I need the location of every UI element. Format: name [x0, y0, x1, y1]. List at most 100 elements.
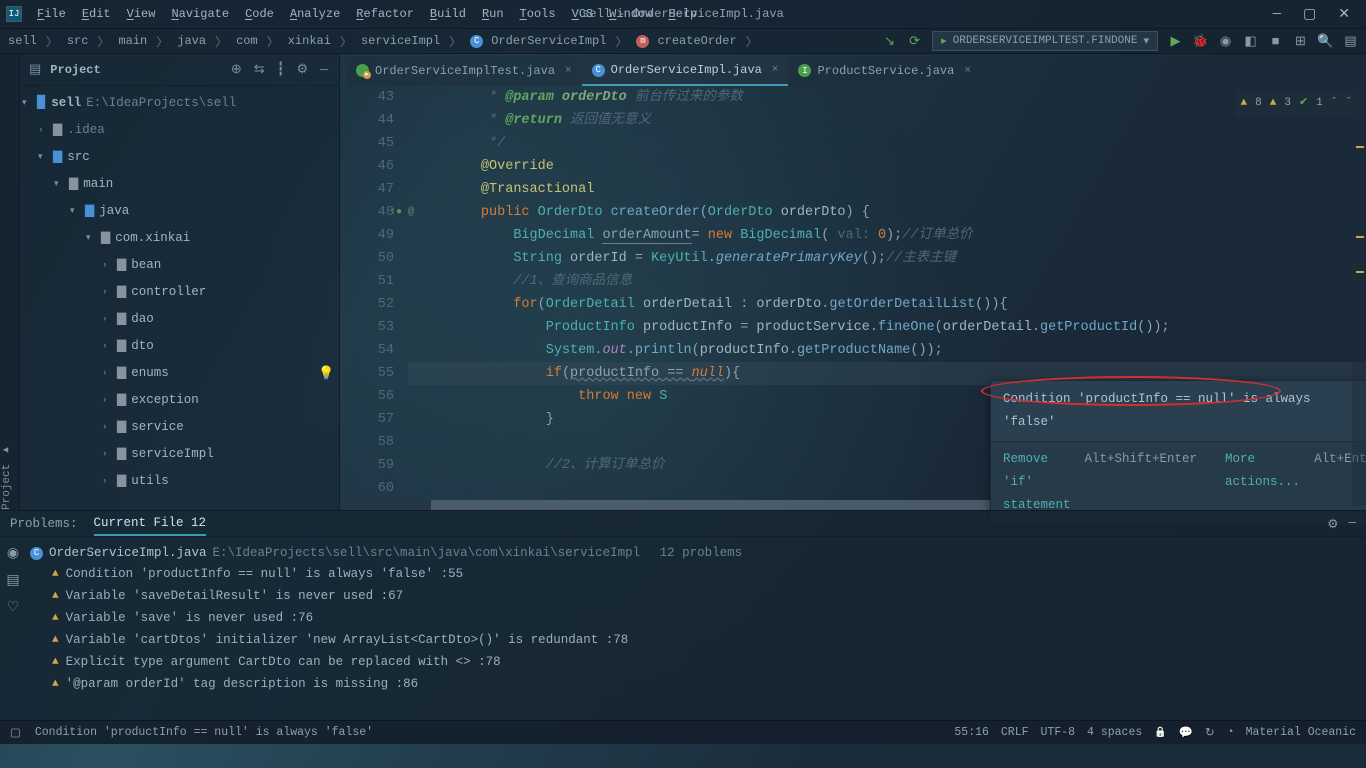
profile-icon[interactable]: ◔	[1227, 726, 1234, 739]
problems-tool-window: Problems: Current File 12 ⚙ — ◉ ▤ ♡ C Or…	[0, 510, 1366, 720]
left-tool-strip[interactable]: Project ▸	[0, 54, 20, 510]
tree-node[interactable]: ▾▇com.xinkai	[20, 224, 339, 251]
folder-icon: ▇	[53, 149, 62, 164]
tree-node[interactable]: ›▇controller	[20, 278, 339, 305]
close-tab-icon[interactable]: ×	[964, 65, 971, 77]
bulb-icon[interactable]: ♡	[7, 599, 20, 616]
menu-tools[interactable]: Tools	[513, 5, 563, 23]
problems-file-header[interactable]: C OrderServiceImpl.java E:\IdeaProjects\…	[30, 543, 1362, 563]
tree-node[interactable]: ▾▇main	[20, 170, 339, 197]
menu-navigate[interactable]: Navigate	[164, 5, 236, 23]
tree-node[interactable]: ›▇dto	[20, 332, 339, 359]
problem-item[interactable]: ▲Condition 'productInfo == null' is alwa…	[30, 563, 1362, 585]
folder-icon: ▇	[101, 230, 110, 245]
readonly-icon[interactable]	[1154, 726, 1166, 739]
warning-icon: ▲	[52, 590, 59, 602]
structure-icon[interactable]: ⊞	[1293, 34, 1308, 49]
problems-toolbar: ◉ ▤ ♡	[0, 537, 26, 721]
quickfix-link[interactable]: Remove 'if' statement	[1003, 448, 1071, 517]
close-tab-icon[interactable]: ×	[565, 65, 572, 77]
inspection-widget[interactable]: ▲8 ▲3 ✔1 ˆˇ	[1235, 90, 1358, 117]
status-message: Condition 'productInfo == null' is alway…	[35, 726, 373, 739]
tree-node[interactable]: ▾▇src	[20, 143, 339, 170]
menu-edit[interactable]: Edit	[75, 5, 118, 23]
menu-view[interactable]: View	[120, 5, 163, 23]
folder-icon: ▇	[117, 419, 126, 434]
menu-analyze[interactable]: Analyze	[283, 5, 347, 23]
editor-tab[interactable]: OrderServiceImplTest.java×	[346, 56, 582, 86]
problem-item[interactable]: ▲Explicit type argument CartDto can be r…	[30, 651, 1362, 673]
tree-node[interactable]: ›▇dao	[20, 305, 339, 332]
hide-icon[interactable]: —	[317, 62, 331, 77]
warning-icon: ▲	[52, 634, 59, 646]
editor-tab[interactable]: COrderServiceImpl.java×	[582, 56, 789, 86]
title-bar: IJ FileEditViewNavigateCodeAnalyzeRefact…	[0, 0, 1366, 28]
file-type-icon: I	[798, 64, 811, 77]
problem-item[interactable]: ▲Variable 'save' is never used :76	[30, 607, 1362, 629]
stop-icon[interactable]: ■	[1268, 34, 1283, 49]
panel-settings-icon[interactable]: ⚙	[1327, 516, 1338, 532]
notifications-icon[interactable]: 💬	[1179, 725, 1193, 740]
problems-tab-current[interactable]: Current File 12	[94, 516, 207, 536]
editor-tab[interactable]: IProductService.java×	[788, 56, 980, 86]
view-mode-icon[interactable]: ◉	[7, 545, 19, 562]
search-icon[interactable]: 🔍	[1318, 34, 1333, 49]
more-actions-link[interactable]: More actions...	[1225, 448, 1300, 517]
debug-icon[interactable]: 🐞	[1193, 34, 1208, 49]
code-editor[interactable]: ▲8 ▲3 ✔1 ˆˇ 434445464748↑● @495051525354…	[340, 86, 1366, 500]
run-icon[interactable]: ▶	[1168, 34, 1183, 49]
caret-position[interactable]: 55:16	[954, 726, 989, 739]
minimize-icon[interactable]: —	[1273, 6, 1281, 23]
problem-item[interactable]: ▲'@param orderId' tag description is mis…	[30, 673, 1362, 695]
tree-node[interactable]: ›▇utils	[20, 467, 339, 494]
panel-hide-icon[interactable]: —	[1348, 516, 1356, 532]
menu-code[interactable]: Code	[238, 5, 281, 23]
tree-node[interactable]: ›▇service	[20, 413, 339, 440]
window-title: sell - OrderServiceImpl.java	[582, 7, 784, 21]
ide-updates-icon[interactable]: ↻	[1205, 725, 1215, 740]
maximize-icon[interactable]: ▢	[1303, 6, 1316, 23]
menu-file[interactable]: File	[30, 5, 73, 23]
indent-setting[interactable]: 4 spaces	[1087, 726, 1142, 739]
menu-build[interactable]: Build	[423, 5, 473, 23]
breadcrumb[interactable]: sell〉src〉main〉java〉com〉xinkai〉serviceImp…	[8, 33, 763, 50]
tool-settings-icon[interactable]: ⚙	[294, 62, 312, 77]
select-opened-icon[interactable]: ⊕	[228, 62, 245, 77]
build-icon[interactable]: ↘	[882, 34, 897, 49]
tree-node[interactable]: ›▇.idea	[20, 116, 339, 143]
theme-indicator[interactable]: Material Oceanic	[1246, 726, 1356, 739]
folder-icon: ▇	[117, 257, 126, 272]
problem-item[interactable]: ▲Variable 'cartDtos' initializer 'new Ar…	[30, 629, 1362, 651]
error-stripe[interactable]	[1352, 86, 1366, 506]
menu-refactor[interactable]: Refactor	[349, 5, 421, 23]
tool-windows-icon[interactable]: ▢	[10, 725, 21, 740]
coverage-icon[interactable]: ◉	[1218, 34, 1233, 49]
file-type-icon	[356, 64, 369, 77]
run-config-selector[interactable]: ▸ ORDERSERVICEIMPLTEST.FINDONE ▾	[932, 31, 1158, 51]
problems-tab-all[interactable]: Problems:	[10, 517, 78, 531]
tree-node[interactable]: ▾▇java	[20, 197, 339, 224]
close-tab-icon[interactable]: ×	[772, 64, 779, 76]
filter-icon[interactable]: ▤	[6, 572, 19, 589]
problem-item[interactable]: ▲Variable 'saveDetailResult' is never us…	[30, 585, 1362, 607]
project-view-icon[interactable]: ▤	[26, 62, 44, 77]
intention-bulb-icon[interactable]: 💡	[318, 362, 334, 385]
file-encoding[interactable]: UTF-8	[1041, 726, 1076, 739]
project-tree[interactable]: ▾▉ sell E:\IdeaProjects\sell ›▇.idea▾▇sr…	[0, 86, 339, 510]
sync-icon[interactable]: ⟳	[907, 34, 922, 49]
tree-node[interactable]: ›▇bean	[20, 251, 339, 278]
tree-node[interactable]: ›▇serviceImpl	[20, 440, 339, 467]
file-type-icon: C	[592, 64, 605, 77]
close-icon[interactable]: ✕	[1338, 6, 1350, 23]
menu-run[interactable]: Run	[475, 5, 511, 23]
tree-node[interactable]: ›▇exception	[20, 386, 339, 413]
expand-all-icon[interactable]: ⇆	[251, 62, 268, 77]
run-config-label: ORDERSERVICEIMPLTEST.FINDONE	[953, 35, 1138, 47]
collapse-icon[interactable]: ┇	[274, 62, 288, 77]
line-gutter[interactable]: 434445464748↑● @49505152535455💡565758596…	[340, 86, 408, 500]
profile-icon[interactable]: ◧	[1243, 34, 1258, 49]
tree-node[interactable]: ›▇enums	[20, 359, 339, 386]
settings-icon[interactable]: ▤	[1343, 34, 1358, 49]
line-separator[interactable]: CRLF	[1001, 726, 1029, 739]
ok-icon: ✔	[1299, 92, 1308, 115]
